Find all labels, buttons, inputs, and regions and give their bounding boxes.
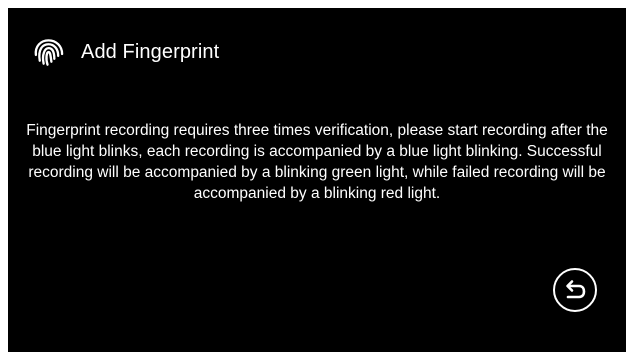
back-arrow-icon <box>566 280 586 299</box>
page-title: Add Fingerprint <box>81 41 220 63</box>
back-button[interactable] <box>553 268 597 312</box>
fingerprint-screen: Add Fingerprint Fingerprint recording re… <box>8 8 626 352</box>
fingerprint-icon <box>34 39 64 66</box>
instruction-text: Fingerprint recording requires three tim… <box>26 122 608 202</box>
header: Add Fingerprint <box>32 37 219 67</box>
